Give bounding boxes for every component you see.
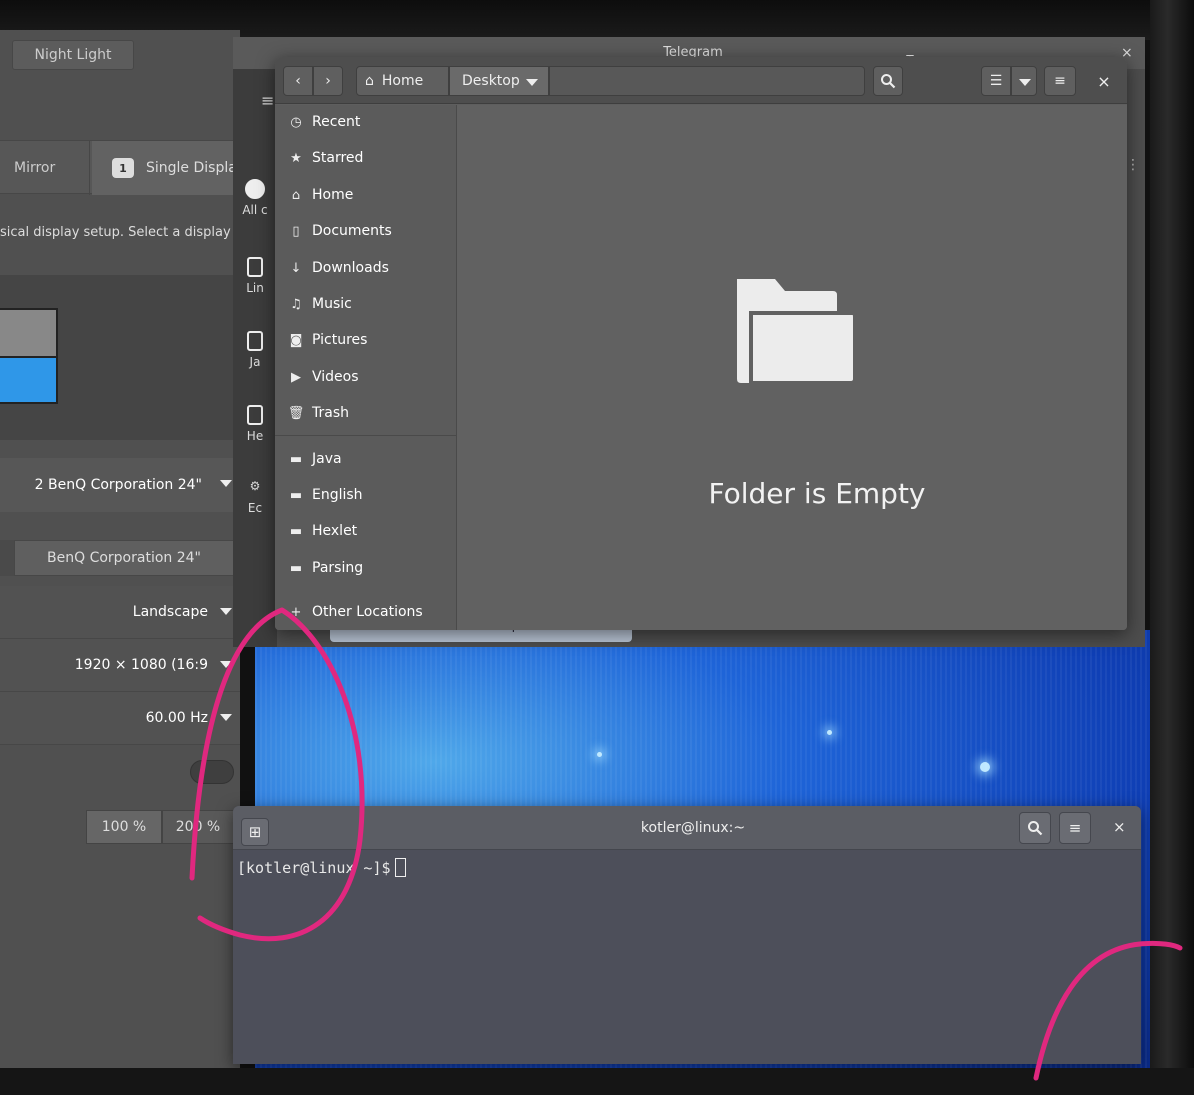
annotation-arc-mark: [1033, 940, 1183, 1081]
annotation-overlay: [189, 607, 1183, 1081]
annotation-circle-mark: [189, 607, 365, 942]
